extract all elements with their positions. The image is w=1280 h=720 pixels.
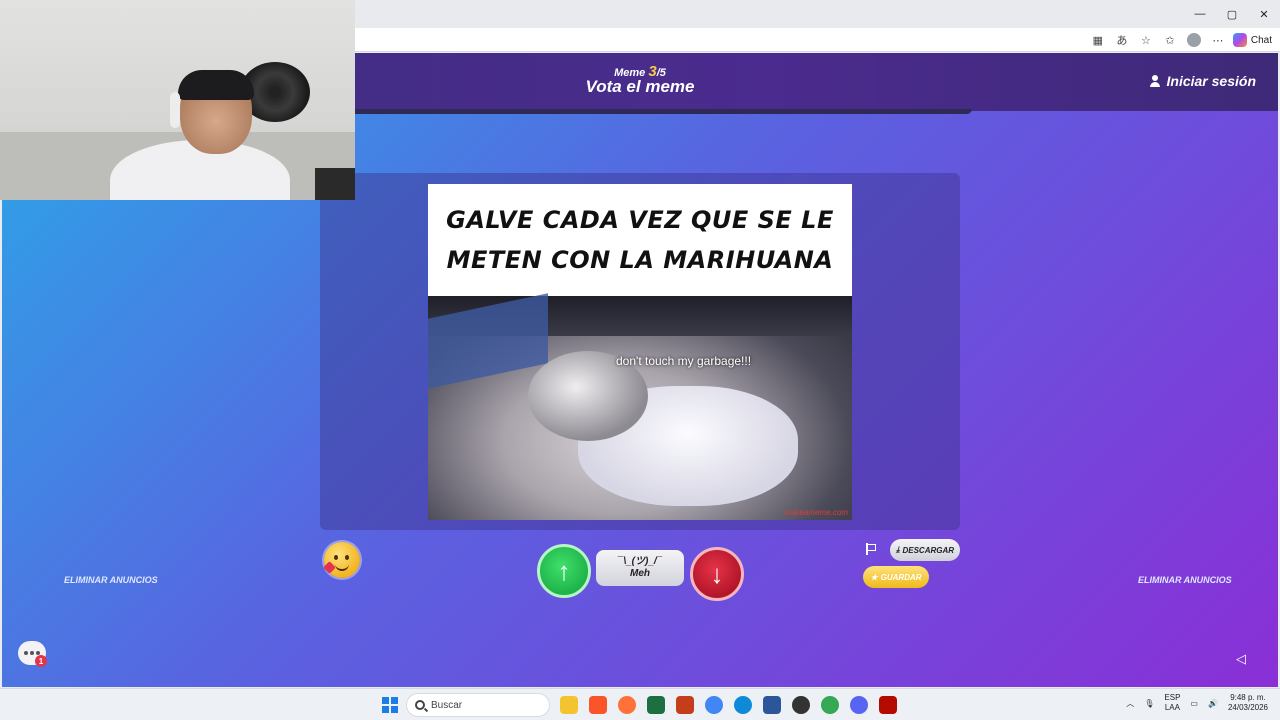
chat-label: Chat <box>1250 34 1272 46</box>
brave-icon[interactable] <box>589 696 607 714</box>
chrome-profile-icon[interactable] <box>821 696 839 714</box>
save-label: GUARDAR <box>880 572 922 582</box>
webcam-person-hair <box>178 70 254 100</box>
chat-badge: 1 <box>35 655 47 667</box>
word-icon[interactable] <box>763 696 781 714</box>
meme-caption: GALVE CADA VEZ QUE SE LE METEN CON LA MA… <box>446 206 834 274</box>
file-explorer-icon[interactable] <box>560 696 578 714</box>
acrobat-icon[interactable] <box>879 696 897 714</box>
chrome-icon[interactable] <box>705 696 723 714</box>
volume-icon[interactable]: 🔊 <box>1208 699 1218 708</box>
meme-photo: don't touch my garbage!!! makeameme.com <box>428 293 852 520</box>
clock-time: 9:48 p. m. <box>1230 693 1266 702</box>
apps-icon[interactable]: ▦ <box>1089 31 1107 49</box>
search-placeholder: Buscar <box>431 699 463 711</box>
webcam-object <box>315 168 355 200</box>
favorite-star-icon[interactable]: ☆ <box>1137 31 1155 49</box>
window-controls: — ▢ ✕ <box>1184 0 1280 28</box>
copilot-icon <box>1232 33 1247 47</box>
download-label: DESCARGAR <box>902 545 955 555</box>
watermark: makeameme.com <box>784 508 848 517</box>
meh-label: Meh <box>630 568 650 579</box>
report-flag-icon[interactable] <box>866 543 876 555</box>
maximize-button[interactable]: ▢ <box>1216 0 1248 28</box>
login-label: Iniciar sesión <box>1166 73 1256 89</box>
avatar <box>1186 33 1201 47</box>
lang-top: ESP <box>1164 693 1181 702</box>
clock-date: 24/03/2026 <box>1227 703 1268 712</box>
edge-icon[interactable] <box>734 696 752 714</box>
meme-card: GALVE CADA VEZ QUE SE LE METEN CON LA MA… <box>320 173 960 530</box>
remove-ads-link-left[interactable]: ELIMINAR ANUNCIOS <box>64 575 158 585</box>
language-indicator[interactable]: ESP LAA <box>1164 693 1180 713</box>
download-icon: ⤓ <box>895 545 900 554</box>
lang-bottom: LAA <box>1164 703 1180 712</box>
more-icon[interactable]: ⋯ <box>1209 31 1227 49</box>
microphone-icon[interactable]: 🎙 <box>1144 699 1154 708</box>
star-icon: ★ <box>870 572 878 582</box>
chevron-up-icon[interactable]: ︿ <box>1126 698 1134 709</box>
chat-button[interactable]: Chat <box>1232 33 1272 47</box>
photo-text: don't touch my garbage!!! <box>616 354 752 368</box>
start-icon[interactable] <box>382 697 398 713</box>
search-icon <box>415 700 425 710</box>
discord-icon[interactable] <box>850 696 868 714</box>
sound-mute-icon[interactable]: ◁ <box>1236 651 1250 666</box>
user-icon <box>1149 75 1161 87</box>
meh-button[interactable]: ¯\_(ツ)_/¯ Meh <box>596 550 684 586</box>
translate-icon[interactable]: あ <box>1113 31 1131 49</box>
excel-icon[interactable] <box>647 696 665 714</box>
system-tray: ︿ 🎙 ESP LAA ▭ 🔊 9:48 p. m. 24/03/2026 <box>1126 693 1268 713</box>
display-icon[interactable]: ▭ <box>1190 699 1198 708</box>
login-button[interactable]: Iniciar sesión <box>1149 73 1256 89</box>
remove-ads-link-right[interactable]: ELIMINAR ANUNCIOS <box>1138 575 1232 585</box>
meme-image: GALVE CADA VEZ QUE SE LE METEN CON LA MA… <box>428 184 852 520</box>
save-button[interactable]: ★ GUARDAR <box>863 566 929 588</box>
toolbar-icons: ▦ あ ☆ ✩ ⋯ Chat <box>1089 31 1272 49</box>
arrow-down-icon: ↓ <box>710 558 724 589</box>
downvote-button[interactable]: ↓ <box>690 547 744 601</box>
taskbar-search[interactable]: Buscar <box>406 693 550 717</box>
page-title: Vota el meme <box>585 77 695 96</box>
header-underline <box>302 109 972 114</box>
collections-icon[interactable]: ✩ <box>1161 31 1179 49</box>
close-button[interactable]: ✕ <box>1248 0 1280 28</box>
app-icon[interactable] <box>792 696 810 714</box>
taskbar: Buscar ︿ 🎙 ESP LAA ▭ 🔊 9:48 p. m. 24/03/… <box>0 688 1280 720</box>
upvote-button[interactable]: ↑ <box>537 544 591 598</box>
minimize-button[interactable]: — <box>1184 0 1216 28</box>
profile-icon[interactable] <box>1185 31 1203 49</box>
webcam-headphone <box>170 92 180 128</box>
webcam-overlay <box>0 0 355 200</box>
arrow-up-icon: ↑ <box>557 555 571 586</box>
firefox-icon[interactable] <box>618 696 636 714</box>
powerpoint-icon[interactable] <box>676 696 694 714</box>
clock[interactable]: 9:48 p. m. 24/03/2026 <box>1228 693 1268 713</box>
download-button[interactable]: ⤓ DESCARGAR <box>890 539 960 561</box>
meh-face: ¯\_(ツ)_/¯ <box>617 556 663 567</box>
